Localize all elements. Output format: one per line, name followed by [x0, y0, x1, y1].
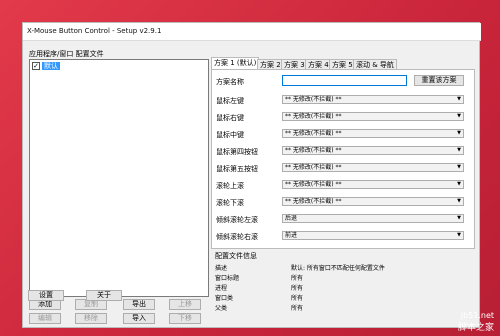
right-button-select[interactable]: ** 无修改(不拦截) ** ▼	[282, 112, 464, 121]
info-value: 所有	[291, 285, 304, 292]
info-label: 描述	[215, 265, 228, 272]
select-value: ** 无修改(不拦截) **	[285, 181, 342, 188]
scheme-name-label: 方案名称	[216, 78, 244, 86]
info-value: 默认: 所有窗口不匹配任何配置文件	[291, 265, 385, 272]
tab-scheme-5[interactable]: 方案 5	[329, 59, 356, 69]
info-label: 窗口类	[215, 295, 234, 302]
row-label: 倾斜滚轮右滚	[216, 233, 258, 241]
select-value: ** 无修改(不拦截) **	[285, 130, 342, 137]
chevron-down-icon: ▼	[457, 198, 461, 204]
reset-scheme-button[interactable]: 重置该方案	[414, 75, 464, 86]
title-bar: X-Mouse Button Control - Setup v2.9.1	[23, 23, 481, 41]
remove-button[interactable]: 移除	[75, 313, 107, 324]
select-value: 前进	[285, 232, 298, 239]
list-item-label: 默认	[42, 62, 60, 70]
tab-scheme-1[interactable]: 方案 1 (默认)	[211, 57, 260, 69]
tab-scroll-nav[interactable]: 滚动 & 导航	[353, 59, 397, 69]
info-label: 进程	[215, 285, 228, 292]
row-label: 鼠标中键	[216, 131, 244, 139]
list-item[interactable]: ✓ 默认	[32, 62, 72, 71]
tab-scheme-4[interactable]: 方案 4	[305, 59, 332, 69]
info-value: 所有	[291, 295, 304, 302]
profiles-list[interactable]: ✓ 默认	[29, 59, 209, 297]
chevron-down-icon: ▼	[457, 96, 461, 102]
select-value: ** 无修改(不拦截) **	[285, 164, 342, 171]
chevron-down-icon: ▼	[457, 164, 461, 170]
chevron-down-icon: ▼	[457, 147, 461, 153]
row-label: 倾斜滚轮左滚	[216, 216, 258, 224]
edit-button[interactable]: 编辑	[29, 313, 61, 324]
profile-info: 配置文件信息 描述 默认: 所有窗口不匹配任何配置文件 窗口标题 所有 进程 所…	[211, 251, 475, 321]
wheel-down-select[interactable]: ** 无修改(不拦截) ** ▼	[282, 197, 464, 206]
chevron-down-icon: ▼	[457, 215, 461, 221]
scheme-name-input[interactable]	[282, 75, 407, 86]
button5-select[interactable]: ** 无修改(不拦截) ** ▼	[282, 163, 464, 172]
row-label: 鼠标右键	[216, 114, 244, 122]
export-button[interactable]: 导出	[123, 299, 155, 310]
watermark: jb51.net 脚本之家	[458, 311, 494, 333]
window-body: 应用程序/窗口 配置文件 ✓ 默认 添加 复制 导出 上移 编辑 移除 导入 下…	[23, 41, 481, 329]
tab-scheme-3[interactable]: 方案 3	[281, 59, 308, 69]
row-label: 滚轮上滚	[216, 182, 244, 190]
info-value: 所有	[291, 305, 304, 312]
watermark-site: jb51.net	[460, 311, 494, 320]
tilt-right-select[interactable]: 前进 ▼	[282, 231, 464, 240]
select-value: ** 无修改(不拦截) **	[285, 96, 342, 103]
info-title: 配置文件信息	[215, 252, 257, 260]
select-value: ** 无修改(不拦截) **	[285, 198, 342, 205]
left-button-select[interactable]: ** 无修改(不拦截) ** ▼	[282, 95, 464, 104]
row-label: 鼠标第五按钮	[216, 165, 258, 173]
main-window: X-Mouse Button Control - Setup v2.9.1 应用…	[22, 22, 481, 329]
chevron-down-icon: ▼	[457, 113, 461, 119]
move-down-button[interactable]: 下移	[169, 313, 201, 324]
import-button[interactable]: 导入	[123, 313, 155, 324]
chevron-down-icon: ▼	[457, 232, 461, 238]
watermark-brand: 脚本之家	[457, 323, 494, 333]
window-title: X-Mouse Button Control - Setup v2.9.1	[27, 27, 162, 35]
middle-button-select[interactable]: ** 无修改(不拦截) ** ▼	[282, 129, 464, 138]
scheme-panel: 方案名称 重置该方案 鼠标左键 ** 无修改(不拦截) ** ▼ 鼠标右键 ** …	[211, 69, 475, 249]
row-label: 鼠标第四按钮	[216, 148, 258, 156]
chevron-down-icon: ▼	[457, 130, 461, 136]
info-value: 所有	[291, 275, 304, 282]
info-label: 窗口标题	[215, 275, 240, 282]
wheel-up-select[interactable]: ** 无修改(不拦截) ** ▼	[282, 180, 464, 189]
select-value: ** 无修改(不拦截) **	[285, 147, 342, 154]
chevron-down-icon: ▼	[457, 181, 461, 187]
info-label: 父类	[215, 305, 228, 312]
profiles-label: 应用程序/窗口 配置文件	[29, 50, 104, 58]
about-button[interactable]: 关于	[86, 290, 122, 301]
select-value: ** 无修改(不拦截) **	[285, 113, 342, 120]
button4-select[interactable]: ** 无修改(不拦截) ** ▼	[282, 146, 464, 155]
row-label: 滚轮下滚	[216, 199, 244, 207]
move-up-button[interactable]: 上移	[169, 299, 201, 310]
tilt-left-select[interactable]: 后退 ▼	[282, 214, 464, 223]
select-value: 后退	[285, 215, 298, 222]
checkbox[interactable]: ✓	[32, 62, 40, 70]
settings-button[interactable]: 设置	[28, 290, 64, 301]
tab-scheme-2[interactable]: 方案 2	[257, 59, 284, 69]
row-label: 鼠标左键	[216, 97, 244, 105]
